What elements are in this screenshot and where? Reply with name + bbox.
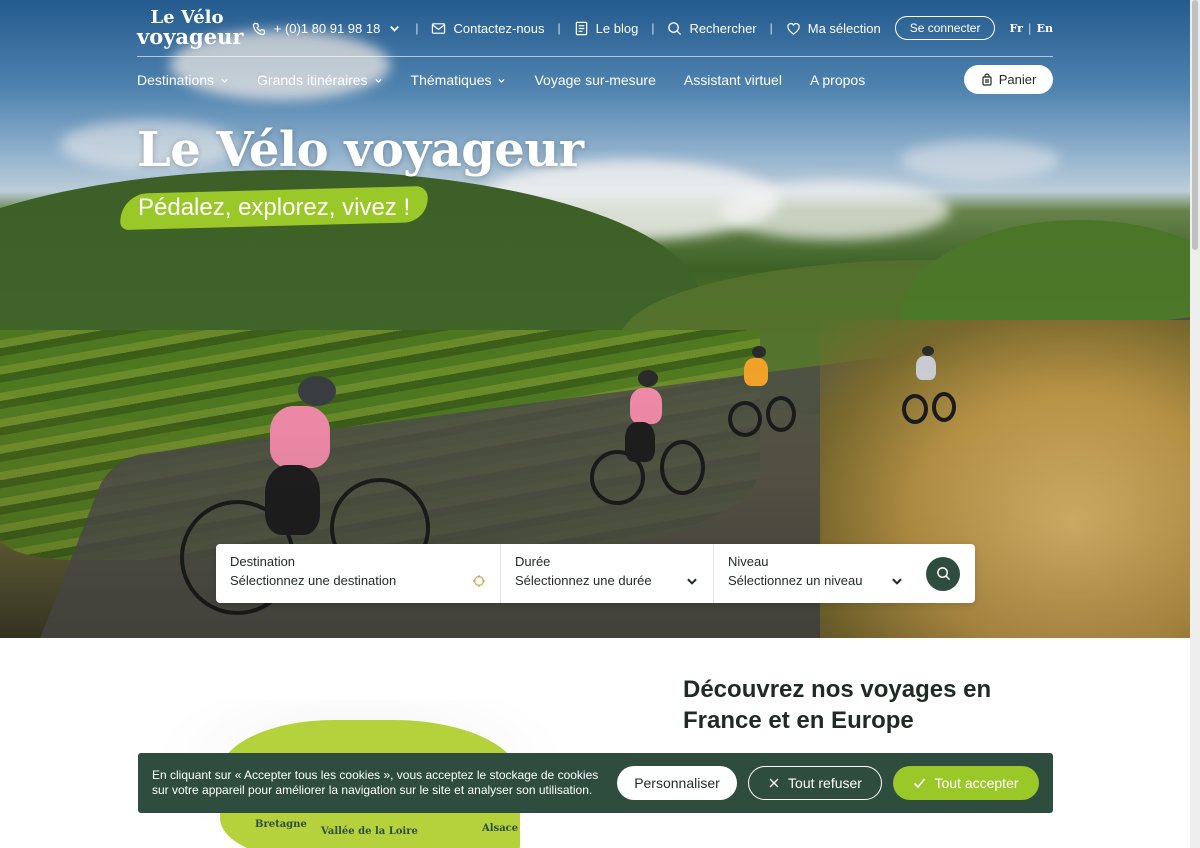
nav-destinations[interactable]: Destinations: [137, 72, 229, 88]
phone-link[interactable]: + (0)1 80 91 98 18: [252, 21, 403, 36]
refuse-label: Tout refuser: [788, 775, 862, 791]
location-target-icon[interactable]: [472, 574, 486, 588]
accept-cookies-button[interactable]: Tout accepter: [893, 766, 1039, 800]
site-logo[interactable]: Le Vélo voyageur: [137, 8, 244, 49]
nav-label: Thématiques: [410, 72, 492, 88]
selection-label: Ma sélection: [807, 20, 881, 36]
nav-label: A propos: [809, 72, 866, 88]
lang-en[interactable]: En: [1037, 22, 1053, 35]
destination-placeholder: Sélectionnez une destination: [230, 573, 397, 588]
separator: |: [557, 21, 561, 35]
duration-label: Durée: [515, 554, 551, 569]
cookie-actions: Personnaliser Tout refuser Tout accepter: [617, 766, 1039, 800]
nav-thematiques[interactable]: Thématiques: [411, 72, 507, 88]
cookie-banner: En cliquant sur « Accepter tous les cook…: [138, 753, 1053, 813]
search-submit-button[interactable]: [926, 556, 960, 591]
cookie-text: En cliquant sur « Accepter tous les cook…: [152, 768, 599, 797]
main-nav: Destinations Grands itinéraires Thématiq…: [137, 66, 893, 94]
search-link[interactable]: Rechercher: [667, 20, 757, 36]
chevron-down-icon: [687, 578, 697, 585]
map-label-alsace[interactable]: Alsace: [482, 823, 518, 834]
search-icon: [667, 21, 682, 36]
heart-icon: [786, 21, 801, 36]
hero-subtitle: Pédalez, explorez, vivez !: [138, 194, 411, 221]
logo-line2: voyageur: [137, 24, 244, 49]
nav-a-propos[interactable]: A propos: [810, 72, 865, 88]
blog-link[interactable]: Le blog: [574, 20, 639, 36]
header-divider: [137, 56, 1053, 57]
cart-icon: [982, 73, 992, 86]
nav-voyage-sur-mesure[interactable]: Voyage sur-mesure: [534, 72, 655, 88]
level-select[interactable]: Niveau Sélectionnez un niveau: [714, 544, 918, 603]
discover-title: Découvrez nos voyages en France et en Eu…: [683, 676, 992, 734]
level-label: Niveau: [728, 554, 769, 569]
cart-label: Panier: [998, 72, 1037, 87]
duration-placeholder: Sélectionnez une durée: [515, 573, 652, 588]
contact-link[interactable]: Contactez-nous: [431, 20, 545, 36]
top-bar: Le Vélo voyageur + (0)1 80 91 98 18 | Co…: [137, 8, 1053, 56]
blog-label: Le blog: [595, 20, 639, 36]
separator: |: [415, 21, 419, 35]
close-icon: [769, 778, 779, 788]
language-switcher: Fr | En: [1009, 22, 1053, 35]
search-label: Rechercher: [689, 20, 757, 36]
nav-grands-itineraires[interactable]: Grands itinéraires: [257, 72, 383, 88]
cart-button[interactable]: Panier: [964, 65, 1053, 94]
customize-cookies-button[interactable]: Personnaliser: [617, 766, 737, 800]
phone-number: + (0)1 80 91 98 18: [273, 20, 381, 36]
lang-fr[interactable]: Fr: [1009, 22, 1022, 35]
chevron-down-icon: [892, 578, 902, 585]
level-placeholder: Sélectionnez un niveau: [728, 573, 863, 588]
chevron-down-icon: [387, 21, 402, 36]
destination-select[interactable]: Destination Sélectionnez une destination: [216, 544, 501, 603]
lang-separator: |: [1027, 21, 1032, 35]
map-label-vallee-loire[interactable]: Vallée de la Loire: [321, 826, 418, 837]
selection-link[interactable]: Ma sélection: [786, 21, 881, 36]
phone-icon: [252, 21, 267, 36]
hero-image: [0, 0, 1190, 638]
duration-select[interactable]: Durée Sélectionnez une durée: [501, 544, 714, 603]
login-button[interactable]: Se connecter: [894, 16, 996, 40]
chevron-down-icon: [221, 78, 228, 83]
separator: |: [651, 21, 655, 35]
nav-label: Grands itinéraires: [257, 72, 368, 88]
scrollbar-thumb[interactable]: [1192, 0, 1198, 250]
utility-links: + (0)1 80 91 98 18 | Contactez-nous | Le…: [252, 16, 1053, 40]
customize-label: Personnaliser: [634, 775, 720, 791]
chevron-down-icon: [374, 78, 382, 83]
separator: |: [769, 21, 773, 35]
blog-icon: [574, 21, 589, 36]
nav-assistant-virtuel[interactable]: Assistant virtuel: [684, 72, 782, 88]
search-icon: [936, 567, 950, 581]
hero-title: Le Vélo voyageur: [137, 122, 584, 178]
map-label-bretagne[interactable]: Bretagne: [255, 819, 307, 830]
destination-label: Destination: [230, 554, 296, 569]
contact-label: Contactez-nous: [453, 20, 545, 36]
nav-label: Voyage sur-mesure: [534, 72, 656, 88]
check-icon: [914, 778, 926, 789]
trip-search-bar: Destination Sélectionnez une destination…: [216, 544, 975, 603]
mail-icon: [431, 21, 446, 36]
chevron-down-icon: [498, 78, 506, 83]
accept-label: Tout accepter: [934, 775, 1019, 791]
nav-label: Destinations: [137, 72, 215, 88]
nav-label: Assistant virtuel: [683, 72, 782, 88]
refuse-cookies-button[interactable]: Tout refuser: [748, 766, 882, 800]
